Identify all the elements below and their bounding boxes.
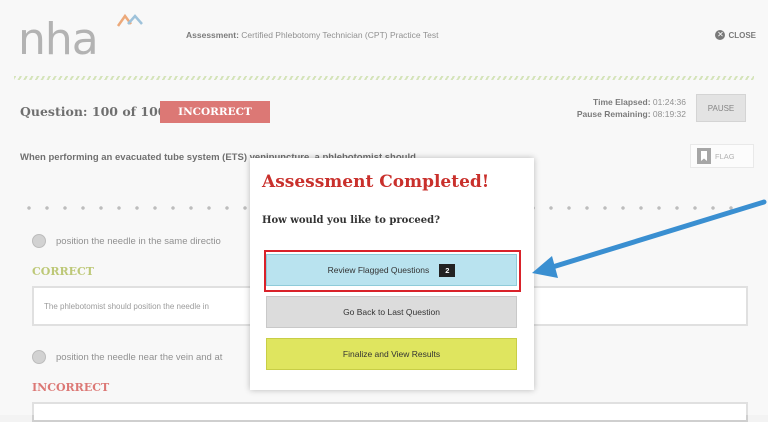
highlight-box [264,250,521,292]
dialog-subtitle: How would you like to proceed? [262,215,440,226]
go-back-button[interactable]: Go Back to Last Question [266,296,517,328]
dialog-title: Assessment Completed! [262,172,490,192]
finalize-results-button[interactable]: Finalize and View Results [266,338,517,370]
